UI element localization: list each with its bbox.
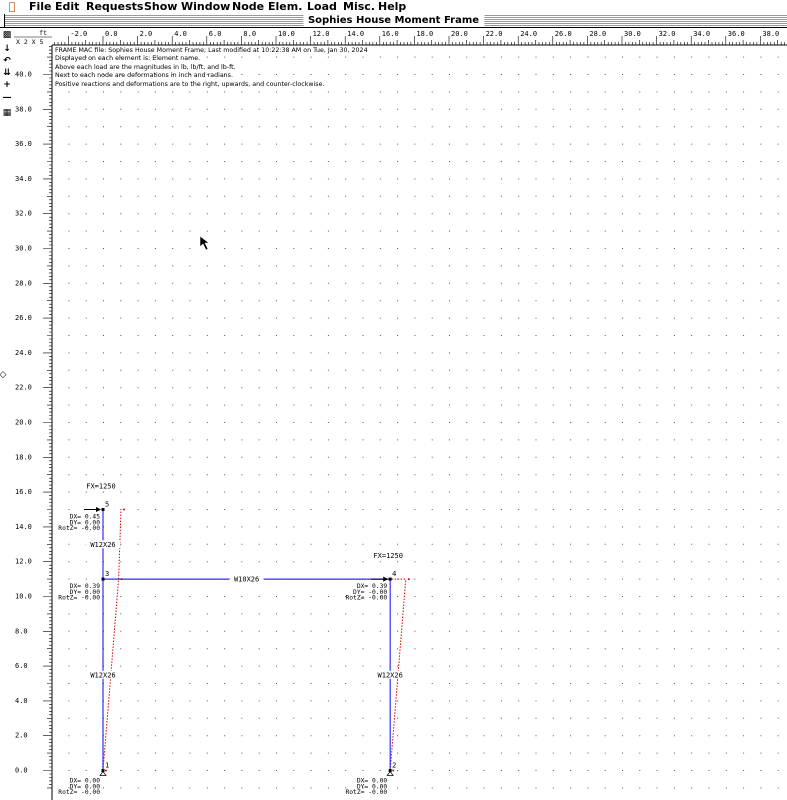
x-tick-label: 34.0 — [693, 30, 710, 38]
y-tick-label: 0.0 — [15, 767, 28, 775]
note-line: Above each load are the magnitudes in lb… — [55, 63, 236, 71]
x-tick-label: 18.0 — [416, 30, 433, 38]
note-line: Next to each node are deformations in in… — [55, 72, 233, 80]
load-magnitude-label: FX=1250 — [373, 552, 403, 560]
load-arrowhead-icon — [383, 576, 389, 582]
node-id-label: 1 — [105, 762, 109, 770]
y-tick-label: 24.0 — [15, 349, 32, 357]
element-name-label: W10X26 — [234, 576, 259, 584]
y-tick-label: 30.0 — [15, 245, 32, 253]
y-tick-label: 26.0 — [15, 314, 32, 322]
element-name-label: W12X26 — [378, 671, 403, 679]
x-tick-label: 24.0 — [520, 30, 537, 38]
note-line: Displayed on each element is: Element na… — [55, 55, 201, 63]
x-tick-label: 36.0 — [728, 30, 745, 38]
node-deformation-text: RotZ= -0.00 — [58, 525, 100, 532]
note-line: FRAME MAC file: Sophies House Moment Fra… — [55, 47, 368, 54]
note-line: Positive reactions and deformations are … — [55, 80, 325, 88]
y-tick-label: 12.0 — [15, 558, 32, 566]
y-tick-label: 10.0 — [15, 593, 32, 601]
node-deformation-text: RotZ= -0.00 — [58, 595, 100, 602]
y-tick-label: 28.0 — [15, 279, 32, 287]
y-tick-label: 16.0 — [15, 488, 32, 496]
x-tick-label: 16.0 — [382, 30, 399, 38]
load-magnitude-label: FX=1250 — [86, 483, 116, 491]
x-tick-label: 12.0 — [313, 30, 330, 38]
element-name-label: W12X26 — [90, 541, 115, 549]
y-tick-label: 32.0 — [15, 210, 32, 218]
y-tick-label: 38.0 — [15, 105, 32, 113]
node-deformation-text: RotZ= -0.00 — [58, 789, 100, 796]
mouse-cursor-icon — [199, 235, 210, 251]
x-tick-label: 10.0 — [278, 30, 295, 38]
x-tick-label: 26.0 — [555, 30, 572, 38]
y-tick-label: 8.0 — [15, 627, 28, 635]
y-tick-label: 18.0 — [15, 453, 32, 461]
x-tick-label: 32.0 — [659, 30, 676, 38]
x-tick-label: 30.0 — [624, 30, 641, 38]
node-id-label: 3 — [105, 570, 109, 578]
x-tick-label: 28.0 — [589, 30, 606, 38]
x-tick-label: 6.0 — [209, 30, 222, 38]
y-tick-label: 2.0 — [15, 732, 28, 740]
x-tick-label: 14.0 — [347, 30, 364, 38]
node-id-label: 5 — [105, 501, 109, 509]
x-tick-label: 0.0 — [105, 30, 118, 38]
x-tick-label: 20.0 — [451, 30, 468, 38]
x-tick-label: 38.0 — [762, 30, 779, 38]
y-tick-label: 14.0 — [15, 523, 32, 531]
load-arrowhead-icon — [96, 507, 101, 512]
ruler-unit: ft — [39, 29, 47, 37]
y-tick-label: 6.0 — [15, 662, 28, 670]
x-tick-label: 8.0 — [243, 30, 256, 38]
y-tick-label: 20.0 — [15, 419, 32, 427]
y-tick-label: 36.0 — [15, 140, 32, 148]
y-tick-label: 22.0 — [15, 384, 32, 392]
pin-support-icon — [99, 770, 107, 776]
node-id-label: 2 — [392, 762, 396, 770]
y-tick-label: 34.0 — [15, 175, 32, 183]
y-tick-label: 40.0 — [15, 71, 32, 79]
drawing-canvas[interactable]: ftX 2 X 5-2.0 0.0 2.0 4.0 6.0 8.0 10.0 12.0 14.0… — [0, 0, 787, 800]
node-deformation-text: RotZ= -0.00 — [345, 789, 387, 796]
element-name-label: W12X26 — [90, 671, 115, 679]
zoom-label[interactable]: X 2 X 5 — [16, 38, 43, 46]
y-tick-label: 4.0 — [15, 697, 28, 705]
x-tick-label: 22.0 — [486, 30, 503, 38]
node-deformation-text: RotZ= -0.00 — [345, 595, 387, 602]
frame-model[interactable]: W12X26W12X26W10X26W12X261DX= 0.00DY= 0.0… — [58, 483, 410, 797]
rulers: ftX 2 X 5-2.0 0.0 2.0 4.0 6.0 8.0 10.0 12.0 14.0… — [14, 28, 787, 800]
grid-dots — [68, 56, 779, 789]
x-tick-label: -2.0 — [70, 30, 87, 38]
file-notes: FRAME MAC file: Sophies House Moment Fra… — [55, 47, 368, 89]
x-tick-label: 2.0 — [140, 30, 153, 38]
pin-support-icon — [386, 770, 394, 776]
node-id-label: 4 — [392, 570, 396, 578]
x-tick-label: 4.0 — [174, 30, 187, 38]
